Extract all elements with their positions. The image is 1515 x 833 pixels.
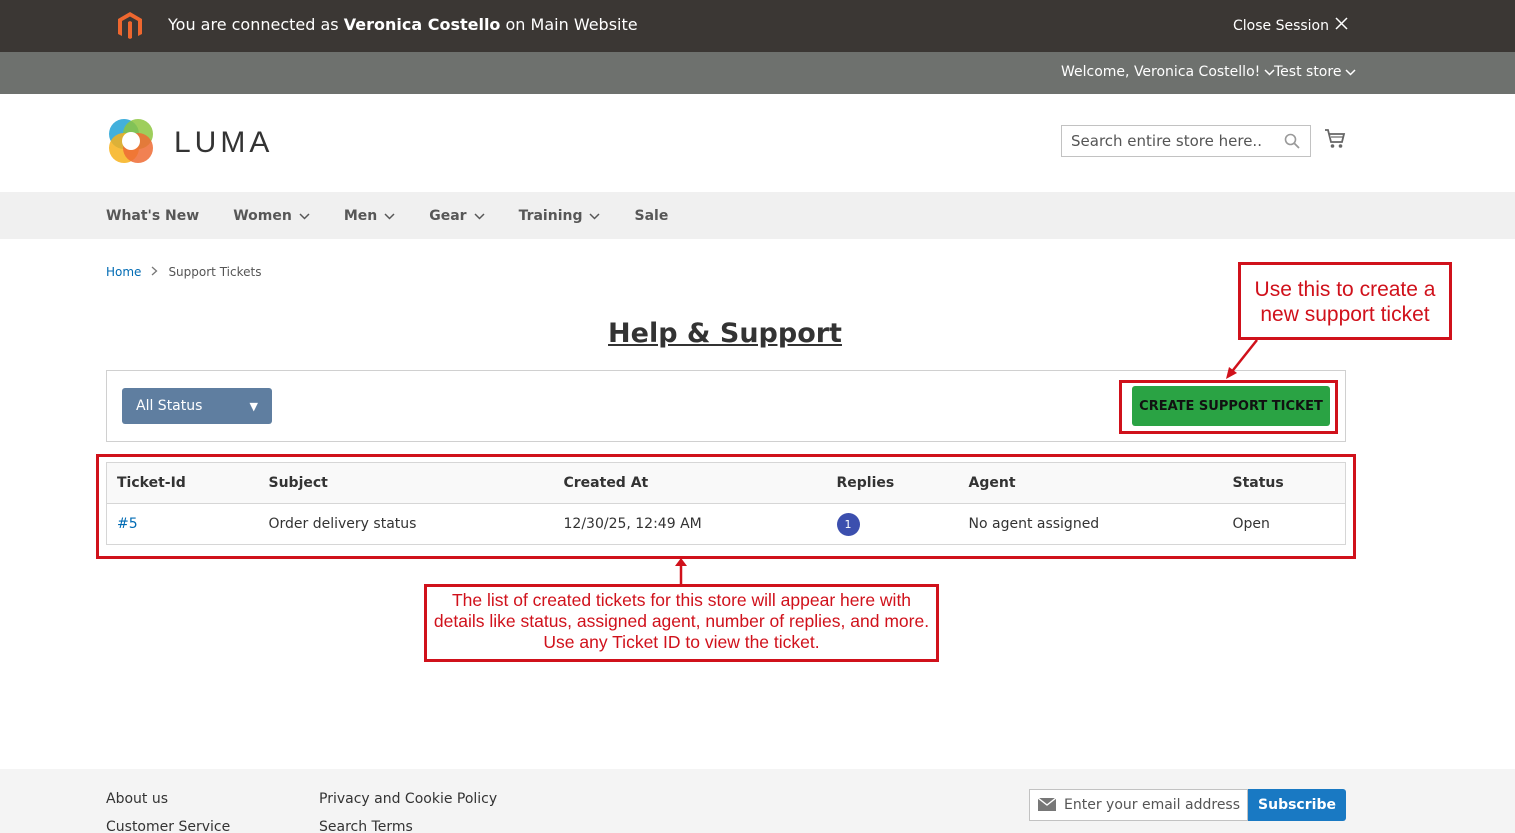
subscribe-button[interactable]: Subscribe <box>1248 789 1346 821</box>
impersonation-bar: You are connected as Veronica Costello o… <box>0 0 1515 52</box>
chevron-down-icon <box>299 208 310 224</box>
newsletter-email-input[interactable] <box>1064 797 1244 813</box>
impersonated-customer-name: Veronica Costello <box>343 15 501 34</box>
site-header: LUMA <box>0 94 1515 192</box>
nav-item-men[interactable]: Men <box>344 208 395 224</box>
footer-link-search-terms[interactable]: Search Terms <box>319 813 497 833</box>
nav-item-label: Women <box>233 207 292 224</box>
breadcrumb: Home Support Tickets <box>106 265 261 279</box>
store-name: Test store <box>1274 64 1342 80</box>
create-button-highlight <box>1119 380 1338 434</box>
breadcrumb-home-link[interactable]: Home <box>106 265 141 279</box>
top-panel: Welcome, Veronica Costello! Test store <box>0 52 1515 94</box>
footer-link-about-us[interactable]: About us <box>106 785 230 813</box>
dropdown-caret-icon: ▼ <box>249 399 258 413</box>
impersonation-prefix: You are connected as <box>168 15 339 34</box>
chevron-down-icon <box>1345 64 1356 80</box>
footer-link-privacy-policy[interactable]: Privacy and Cookie Policy <box>319 785 497 813</box>
magento-logo-icon <box>114 10 146 42</box>
site-footer: About us Customer Service Privacy and Co… <box>0 769 1515 833</box>
nav-item-label: Men <box>343 207 378 224</box>
search-icon[interactable] <box>1284 133 1300 153</box>
impersonation-message: You are connected as Veronica Costello o… <box>168 15 638 35</box>
search-input[interactable] <box>1062 126 1272 156</box>
chevron-down-icon <box>384 208 395 224</box>
chevron-down-icon <box>474 208 485 224</box>
status-filter-select[interactable]: All Status ▼ <box>122 388 272 424</box>
welcome-message: Welcome, Veronica Costello! <box>1061 64 1261 80</box>
nav-item-label: Sale <box>634 207 669 224</box>
nav-item-sale[interactable]: Sale <box>634 208 668 224</box>
nav-item-gear[interactable]: Gear <box>429 207 485 224</box>
footer-links-col-1: About us Customer Service <box>106 785 230 833</box>
close-session-button[interactable]: Close Session <box>1233 17 1348 35</box>
main-navigation: What's New Women Men Gear Training Sale <box>0 192 1515 239</box>
status-filter-value: All Status <box>136 398 203 414</box>
search-box <box>1061 125 1311 157</box>
breadcrumb-separator-icon <box>151 265 158 279</box>
store-logo[interactable]: LUMA <box>106 116 273 170</box>
store-switcher[interactable]: Test store <box>1274 64 1356 80</box>
nav-item-label: Training <box>518 207 583 224</box>
tickets-table-highlight <box>96 454 1356 559</box>
impersonation-suffix: on Main Website <box>505 15 638 34</box>
ticket-list-annotation: The list of created tickets for this sto… <box>424 584 939 662</box>
close-session-label: Close Session <box>1232 18 1329 34</box>
nav-item-training[interactable]: Training <box>519 208 601 224</box>
close-icon <box>1335 17 1348 35</box>
cart-icon[interactable] <box>1324 128 1346 154</box>
envelope-icon <box>1037 796 1057 815</box>
nav-list: What's New Women Men Gear Training Sale <box>106 192 702 239</box>
page-title: Help & Support <box>608 318 842 349</box>
footer-link-customer-service[interactable]: Customer Service <box>106 813 230 833</box>
newsletter-field <box>1029 789 1248 821</box>
luma-logo-icon <box>106 116 156 170</box>
breadcrumb-current: Support Tickets <box>168 265 262 279</box>
customer-menu[interactable]: Welcome, Veronica Costello! <box>1061 64 1275 80</box>
nav-item-what-s-new[interactable]: What's New <box>106 208 199 224</box>
chevron-down-icon <box>589 208 601 224</box>
brand-wordmark: LUMA <box>174 126 274 159</box>
footer-links-col-2: Privacy and Cookie Policy Search Terms <box>319 785 497 833</box>
nav-item-label: Gear <box>429 207 467 224</box>
nav-item-label: What's New <box>106 207 200 224</box>
nav-item-women[interactable]: Women <box>233 208 310 224</box>
create-ticket-annotation: Use this to create a new support ticket <box>1238 262 1452 340</box>
